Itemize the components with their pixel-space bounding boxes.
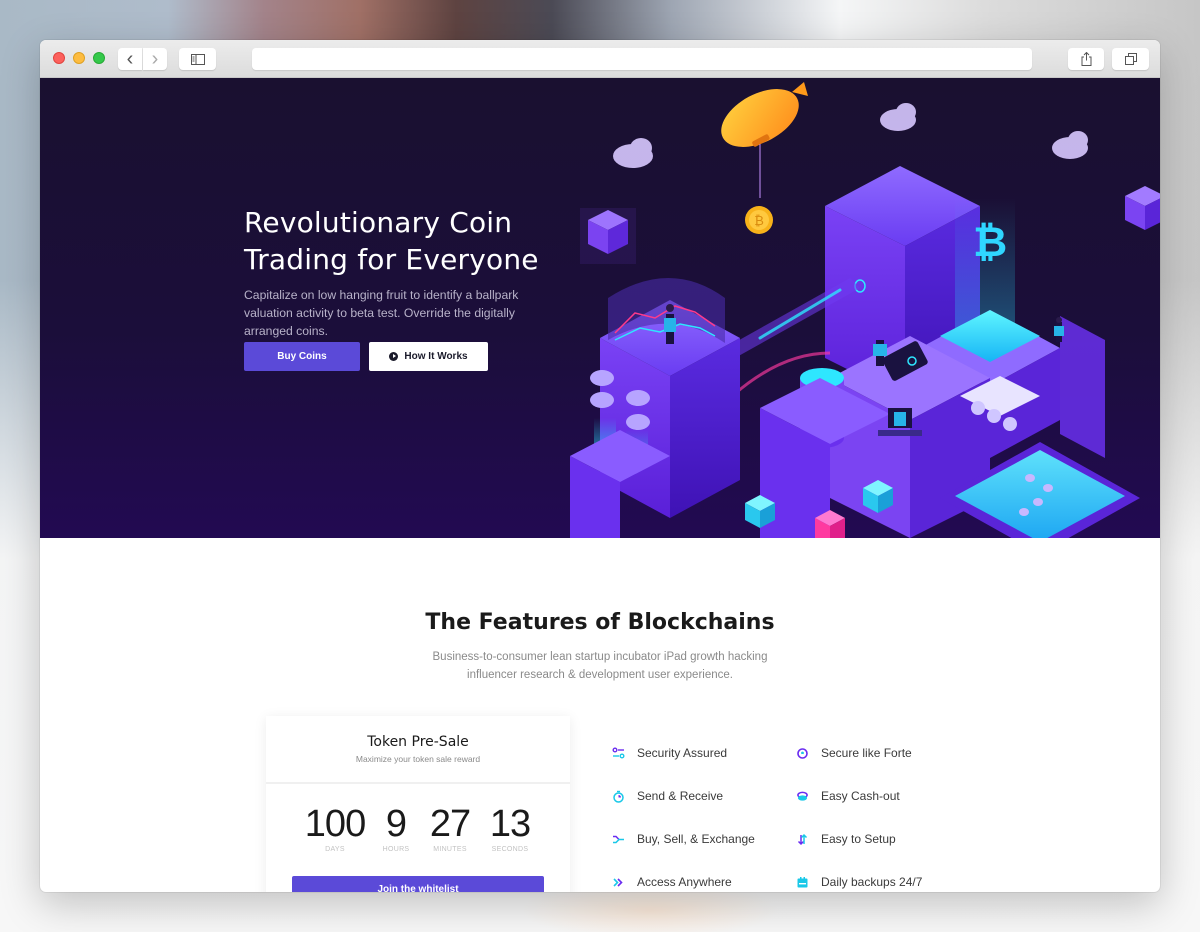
browser-window: ‹ › Revolutionary Coin Trading for Every…	[40, 40, 1160, 892]
countdown-hours: 9 HOURS	[373, 804, 419, 853]
floating-cube-left	[580, 208, 636, 264]
countdown-label: HOURS	[382, 846, 410, 853]
presale-header: Token Pre-Sale Maximize your token sale …	[266, 716, 570, 784]
feature-item: Daily backups 24/7	[796, 875, 922, 889]
browser-toolbar: ‹ ›	[40, 40, 1160, 78]
feature-label: Secure like Forte	[821, 746, 912, 760]
features-subtitle: Business-to-consumer lean startup incuba…	[432, 651, 768, 681]
feature-item: Security Assured	[612, 746, 727, 760]
feature-item: Easy to Setup	[796, 832, 896, 846]
hero-title: Revolutionary Coin Trading for Everyone	[244, 206, 539, 276]
tabs-icon	[1124, 53, 1137, 65]
left-tower	[600, 278, 740, 518]
merge-arrow-icon	[613, 835, 624, 843]
address-bar[interactable]	[252, 48, 1032, 70]
coin-stack-icon	[797, 791, 808, 801]
minimize-window-button[interactable]	[73, 52, 85, 64]
back-button[interactable]: ‹	[118, 48, 142, 70]
show-tabs-button[interactable]	[1112, 48, 1149, 70]
play-icon	[389, 352, 399, 361]
maximize-window-button[interactable]	[93, 52, 105, 64]
chevron-right-icon: ›	[151, 48, 159, 70]
feature-label: Daily backups 24/7	[821, 875, 923, 889]
share-button[interactable]	[1068, 48, 1104, 70]
features-title: The Features of Blockchains	[425, 610, 775, 635]
how-it-works-label: How It Works	[404, 351, 468, 362]
feature-label: Buy, Sell, & Exchange	[637, 832, 755, 846]
countdown-seconds: 13 SECONDS	[481, 804, 539, 853]
forward-button[interactable]: ›	[143, 48, 167, 70]
double-chevron-right-icon	[613, 877, 623, 887]
swap-vertical-icon	[797, 833, 808, 845]
countdown-label: MINUTES	[433, 846, 467, 853]
sidebar-icon	[190, 53, 205, 65]
countdown-minutes: 27 MINUTES	[419, 804, 481, 853]
feature-item: Access Anywhere	[612, 875, 732, 889]
cloud-icon	[880, 103, 916, 131]
hero-illustration: ₿ ₿	[570, 82, 1160, 538]
countdown-value: 27	[429, 803, 471, 845]
feature-item: Buy, Sell, & Exchange	[612, 832, 755, 846]
cloud-icon	[613, 138, 653, 168]
feature-label: Easy to Setup	[821, 832, 896, 846]
feature-label: Access Anywhere	[637, 875, 732, 889]
blimp-icon: ₿	[721, 82, 808, 234]
countdown-value: 13	[489, 803, 531, 845]
countdown-timer: 100 DAYS 9 HOURS 27 MINUTES 13 SECONDS	[266, 804, 570, 853]
join-whitelist-button[interactable]: Join the whitelist	[292, 876, 544, 892]
countdown-days: 100 DAYS	[297, 804, 373, 853]
countdown-value: 9	[385, 803, 407, 845]
feature-label: Easy Cash-out	[821, 789, 900, 803]
countdown-label: DAYS	[325, 846, 345, 853]
hero-section: Revolutionary Coin Trading for Everyone …	[40, 78, 1160, 538]
chevron-left-icon: ‹	[126, 48, 134, 70]
feature-label: Security Assured	[637, 746, 728, 760]
close-window-button[interactable]	[53, 52, 65, 64]
hero-subtitle: Capitalize on low hanging fruit to ident…	[244, 288, 519, 338]
cloud-icon	[1052, 131, 1088, 159]
feature-item: Send & Receive	[612, 789, 723, 803]
lock-dial-icon	[797, 747, 808, 759]
feature-label: Send & Receive	[637, 789, 724, 803]
feature-item: Easy Cash-out	[796, 789, 900, 803]
svg-text:₿: ₿	[973, 217, 1007, 266]
sliders-icon	[612, 747, 625, 758]
timer-icon	[613, 790, 624, 803]
calendar-icon	[797, 876, 808, 887]
floating-cube-right	[1125, 186, 1160, 230]
how-it-works-button[interactable]: How It Works	[369, 342, 488, 371]
buy-coins-button[interactable]: Buy Coins	[244, 342, 360, 371]
presale-title: Token Pre-Sale	[367, 734, 469, 750]
presale-subtitle: Maximize your token sale reward	[355, 754, 481, 764]
countdown-label: SECONDS	[491, 846, 529, 853]
countdown-value: 100	[304, 803, 366, 845]
share-icon	[1081, 52, 1091, 66]
feature-item: Secure like Forte	[796, 746, 912, 760]
sidebar-toggle-button[interactable]	[179, 48, 216, 70]
svg-text:₿: ₿	[754, 214, 764, 229]
token-presale-card: Token Pre-Sale Maximize your token sale …	[266, 716, 570, 892]
